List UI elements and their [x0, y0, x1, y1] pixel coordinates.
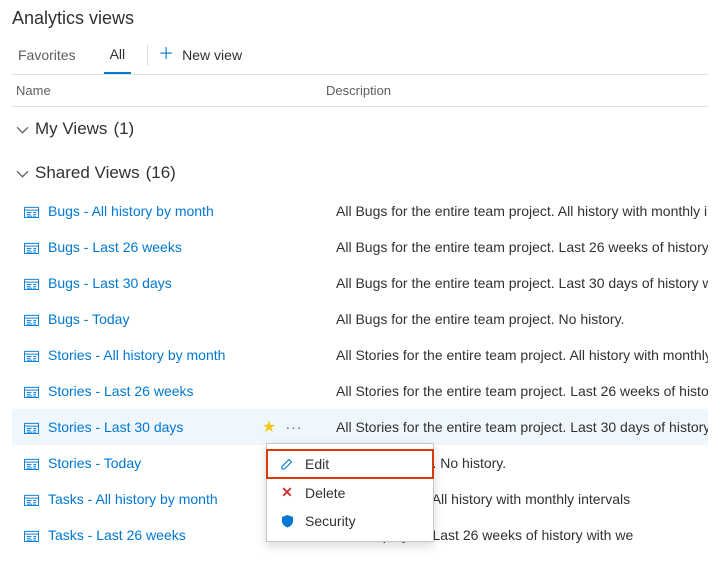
view-icon	[24, 421, 44, 434]
menu-item-delete-label: Delete	[305, 485, 345, 501]
view-description: All Bugs for the entire team project. La…	[308, 239, 708, 255]
context-menu: Edit ✕ Delete Security	[266, 443, 434, 542]
x-icon: ✕	[279, 484, 295, 501]
table-row[interactable]: Stories - Last 26 weeks All Stories for t…	[12, 373, 708, 409]
view-name-link[interactable]: Bugs - Last 30 days	[44, 275, 258, 291]
view-icon	[24, 457, 44, 470]
column-header-description[interactable]: Description	[326, 83, 708, 98]
pencil-icon	[279, 457, 295, 471]
tab-favorites[interactable]: Favorites	[12, 36, 82, 74]
view-name-link[interactable]: Tasks - All history by month	[44, 491, 258, 507]
plus-icon: ＋	[158, 47, 174, 63]
tab-all[interactable]: All	[104, 36, 132, 74]
view-name-link[interactable]: Stories - Today	[44, 455, 258, 471]
chevron-down-icon	[16, 123, 29, 136]
table-row[interactable]: Stories - All history by month All Storie…	[12, 337, 708, 373]
group-shared-views-label: Shared Views	[35, 163, 140, 183]
group-my-views-label: My Views	[35, 119, 107, 139]
view-description: All Stories for the entire team project.…	[308, 347, 708, 363]
more-actions-button[interactable]: ···	[280, 419, 308, 435]
view-icon	[24, 313, 44, 326]
view-name-link[interactable]: Bugs - Today	[44, 311, 258, 327]
view-name-link[interactable]: Stories - Last 30 days	[44, 419, 258, 435]
table-row[interactable]: Bugs - All history by month All Bugs for …	[12, 193, 708, 229]
view-name-link[interactable]: Bugs - All history by month	[44, 203, 258, 219]
view-description: All Bugs for the entire team project. La…	[308, 275, 708, 291]
menu-item-edit[interactable]: Edit	[267, 450, 433, 478]
group-my-views-count: (1)	[113, 119, 134, 139]
view-description: All Bugs for the entire team project. Al…	[308, 203, 708, 219]
group-shared-views-count: (16)	[146, 163, 176, 183]
view-name-link[interactable]: Stories - All history by month	[44, 347, 258, 363]
group-my-views[interactable]: My Views (1)	[12, 107, 708, 149]
view-description: All Stories for the entire team project.…	[308, 419, 708, 435]
favorite-star-icon[interactable]: ★	[258, 417, 280, 437]
new-view-label: New view	[182, 47, 242, 63]
column-header-name[interactable]: Name	[16, 83, 326, 98]
view-icon	[24, 493, 44, 506]
tab-divider	[147, 44, 148, 66]
tab-bar: Favorites All ＋ New view	[12, 35, 708, 75]
view-description: All Bugs for the entire team project. No…	[308, 311, 708, 327]
view-name-link[interactable]: Bugs - Last 26 weeks	[44, 239, 258, 255]
view-name-link[interactable]: Stories - Last 26 weeks	[44, 383, 258, 399]
table-row[interactable]: Bugs - Last 26 weeks All Bugs for the ent…	[12, 229, 708, 265]
group-shared-views[interactable]: Shared Views (16)	[12, 149, 708, 193]
view-icon	[24, 241, 44, 254]
chevron-down-icon	[16, 167, 29, 180]
table-row[interactable]: Stories - Last 30 days★···All Stories fo…	[12, 409, 708, 445]
menu-item-delete[interactable]: ✕ Delete	[267, 478, 433, 507]
table-row[interactable]: Bugs - Today All Bugs for the entire team…	[12, 301, 708, 337]
page-title: Analytics views	[12, 8, 708, 29]
column-header-row: Name Description	[12, 75, 708, 107]
menu-item-security-label: Security	[305, 513, 356, 529]
view-description: All Stories for the entire team project.…	[308, 383, 708, 399]
new-view-button[interactable]: ＋ New view	[158, 47, 242, 63]
view-icon	[24, 385, 44, 398]
view-name-link[interactable]: Tasks - Last 26 weeks	[44, 527, 258, 543]
view-icon	[24, 529, 44, 542]
menu-item-edit-label: Edit	[305, 456, 329, 472]
view-icon	[24, 349, 44, 362]
view-icon	[24, 277, 44, 290]
view-icon	[24, 205, 44, 218]
table-row[interactable]: Bugs - Last 30 days All Bugs for the enti…	[12, 265, 708, 301]
shield-icon	[279, 514, 295, 528]
menu-item-security[interactable]: Security	[267, 507, 433, 535]
